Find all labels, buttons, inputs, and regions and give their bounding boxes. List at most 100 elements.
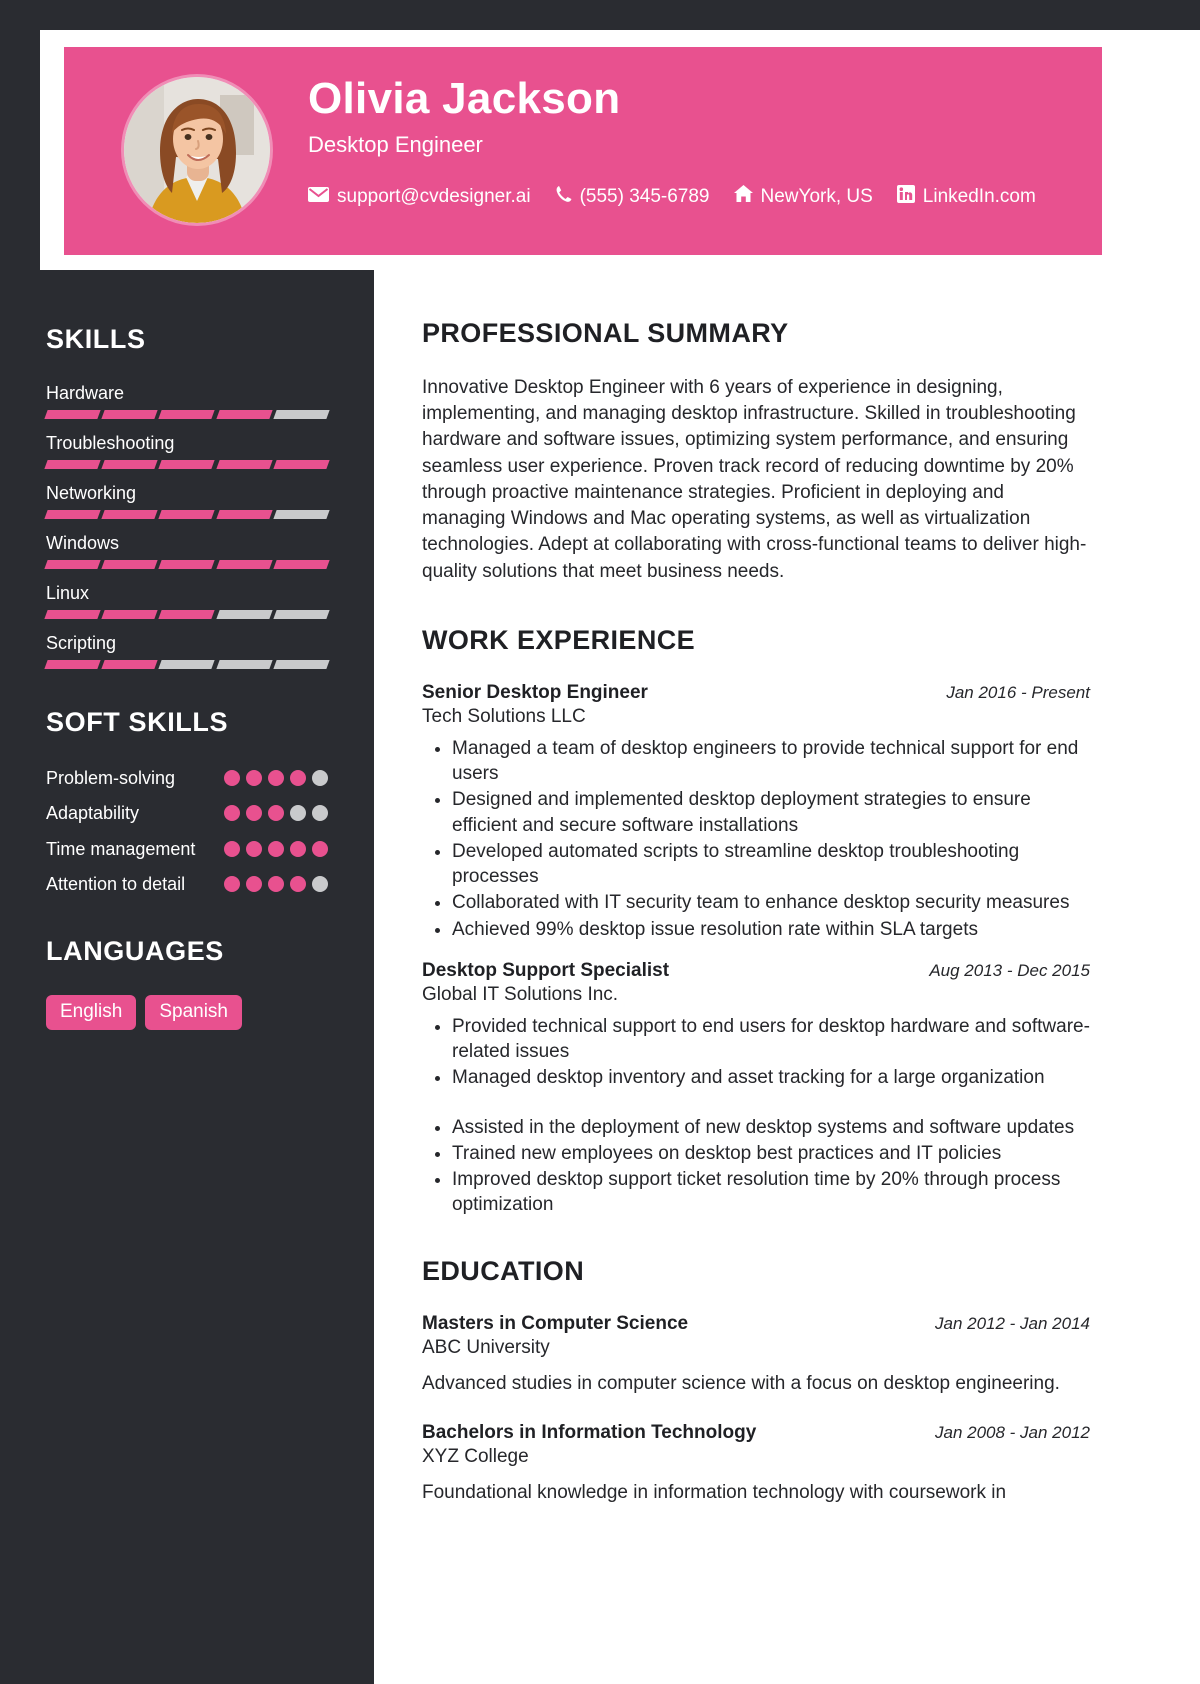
skills-list: Hardware Troubleshooting Networking Windows… <box>44 383 330 669</box>
education-entry-head: Bachelors in Information Technology Jan 2… <box>422 1422 1090 1444</box>
bullet-item: Provided technical support to end users … <box>452 1014 1090 1065</box>
skill-meter <box>44 510 330 519</box>
education-degree: Masters in Computer Science <box>422 1312 689 1334</box>
header-band: Olivia Jackson Desktop Engineer support@… <box>64 47 1102 255</box>
soft-skill-rating <box>224 805 328 822</box>
work-entry: Senior Desktop Engineer Jan 2016 - Presen… <box>422 682 1090 942</box>
work-list: Senior Desktop Engineer Jan 2016 - Presen… <box>422 682 1090 1218</box>
header-text: Olivia Jackson Desktop Engineer support@… <box>308 67 1036 209</box>
soft-skill-label: Attention to detail <box>46 873 186 894</box>
soft-skills-list: Problem-solving Adaptability Time manageme… <box>46 766 328 896</box>
contact-phone-text: (555) 345-6789 <box>579 186 710 208</box>
bullet-item: Assisted in the deployment of new deskto… <box>452 1115 1090 1140</box>
skill-row: Networking <box>44 483 330 519</box>
skill-meter <box>44 410 330 419</box>
soft-skill-rating <box>224 876 328 893</box>
work-entry: Desktop Support Specialist Aug 2013 - Dec… <box>422 960 1090 1218</box>
work-entry-head: Desktop Support Specialist Aug 2013 - Dec… <box>422 960 1090 982</box>
skill-meter-segment <box>273 610 330 619</box>
home-icon <box>733 185 753 209</box>
bullet-item: Managed desktop inventory and asset trac… <box>452 1065 1090 1090</box>
contact-location[interactable]: NewYork, US <box>733 185 873 209</box>
skill-label: Troubleshooting <box>46 433 175 453</box>
main-content: PROFESSIONAL SUMMARY Innovative Desktop … <box>374 270 1200 1684</box>
skill-meter-segment <box>101 560 159 569</box>
skill-meter-segment <box>215 610 273 619</box>
skill-meter-segment <box>44 410 101 419</box>
contact-location-text: NewYork, US <box>760 186 873 208</box>
bullet-item: Designed and implemented desktop deploym… <box>452 787 1090 838</box>
bullet-item: Managed a team of desktop engineers to p… <box>452 736 1090 787</box>
contact-phone[interactable]: (555) 345-6789 <box>555 185 710 209</box>
contact-email[interactable]: support@cvdesigner.ai <box>308 186 531 208</box>
skill-label: Networking <box>46 483 137 503</box>
skill-meter-segment <box>44 560 101 569</box>
rating-dot <box>312 770 328 787</box>
work-entry-title: Desktop Support Specialist <box>422 959 670 981</box>
education-degree: Bachelors in Information Technology <box>422 1422 757 1444</box>
envelope-icon <box>308 186 329 208</box>
skill-meter-segment <box>101 660 159 669</box>
skill-meter-segment <box>101 510 159 519</box>
skill-meter-segment <box>44 460 101 469</box>
soft-skill-rating <box>224 770 328 787</box>
education-description: Advanced studies in computer science wit… <box>422 1372 1060 1394</box>
skill-meter-segment <box>215 660 273 669</box>
skill-meter <box>44 460 330 469</box>
rating-dot <box>268 876 284 893</box>
skill-meter-segment <box>44 660 101 669</box>
skill-row: Windows <box>44 533 330 569</box>
skill-meter-segment <box>273 460 330 469</box>
phone-icon <box>555 185 572 209</box>
rating-dot <box>290 770 306 787</box>
skill-meter <box>44 660 330 669</box>
education-heading: EDUCATION <box>422 1255 585 1286</box>
rating-dot <box>312 876 328 893</box>
work-entry-title: Senior Desktop Engineer <box>422 681 648 703</box>
header-card: Olivia Jackson Desktop Engineer support@… <box>40 30 1200 270</box>
contact-row: support@cvdesigner.ai (555) 345-6789 New… <box>308 185 1036 209</box>
skill-meter-segment <box>215 460 273 469</box>
skill-meter <box>44 610 330 619</box>
language-pill: English <box>46 995 137 1031</box>
skill-meter <box>44 560 330 569</box>
work-entry-date: Jan 2016 - Present <box>946 682 1090 702</box>
skill-meter-segment <box>215 410 273 419</box>
work-entry-date: Aug 2013 - Dec 2015 <box>929 960 1090 980</box>
skill-meter-segment <box>158 460 216 469</box>
skill-label: Scripting <box>46 633 117 653</box>
rating-dot <box>290 876 306 893</box>
skill-meter-segment <box>158 560 216 569</box>
rating-dot <box>312 805 328 822</box>
rating-dot <box>224 876 240 893</box>
work-entry-bullets: Managed a team of desktop engineers to p… <box>422 736 1090 942</box>
soft-skill-row: Time management <box>46 837 328 861</box>
rating-dot <box>268 770 284 787</box>
skill-meter-segment <box>44 510 101 519</box>
bullet-spacer <box>452 1092 1090 1114</box>
contact-linkedin[interactable]: LinkedIn.com <box>896 185 1036 209</box>
rating-dot <box>290 805 306 822</box>
skill-meter-segment <box>273 510 330 519</box>
rating-dot <box>312 840 328 857</box>
skill-meter-segment <box>273 660 330 669</box>
education-description: Foundational knowledge in information te… <box>422 1482 1007 1504</box>
rating-dot <box>246 770 262 787</box>
education-date: Jan 2012 - Jan 2014 <box>934 1313 1090 1333</box>
job-title: Desktop Engineer <box>308 132 483 158</box>
education-school: ABC University <box>422 1336 550 1358</box>
skill-row: Linux <box>44 583 330 619</box>
skill-meter-segment <box>101 460 159 469</box>
sidebar: SKILLS Hardware Troubleshooting Networking… <box>0 278 374 1684</box>
soft-skill-label: Adaptability <box>46 803 140 824</box>
work-entry-head: Senior Desktop Engineer Jan 2016 - Presen… <box>422 682 1090 704</box>
soft-skill-row: Attention to detail <box>46 872 328 896</box>
work-entry-org: Tech Solutions LLC <box>422 705 586 727</box>
skill-meter-segment <box>101 410 159 419</box>
bullet-item: Collaborated with IT security team to en… <box>452 890 1090 915</box>
rating-dot <box>268 805 284 822</box>
work-heading: WORK EXPERIENCE <box>422 624 696 655</box>
education-section: EDUCATION Masters in Computer Science Jan… <box>422 1256 1090 1506</box>
skill-meter-segment <box>273 560 330 569</box>
skill-meter-segment <box>158 510 216 519</box>
